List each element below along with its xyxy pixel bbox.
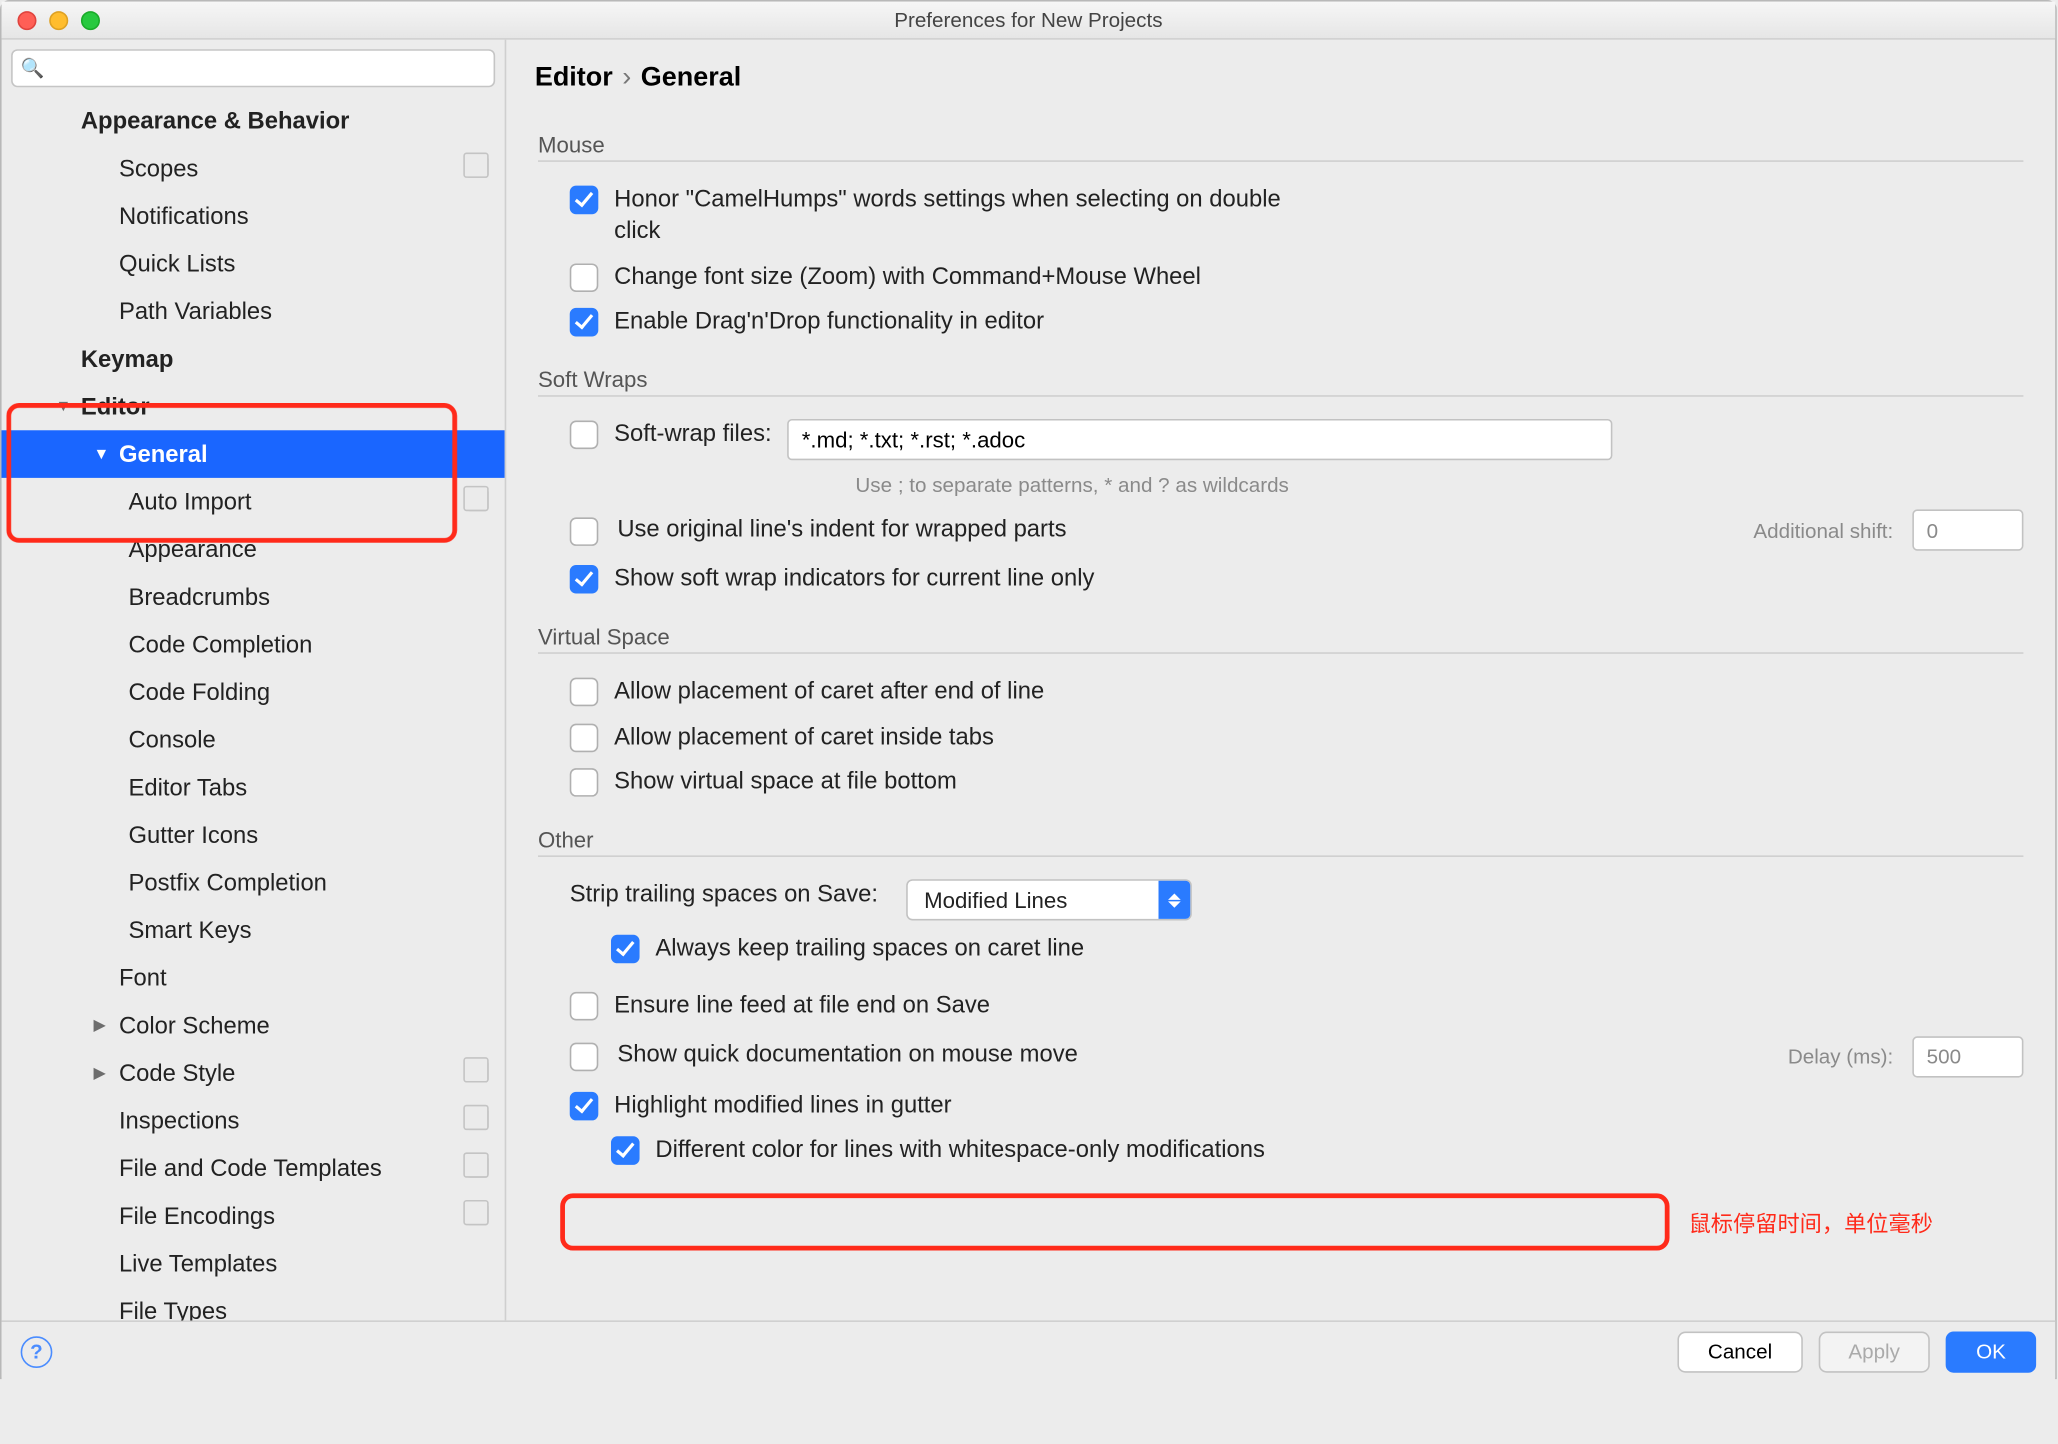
checkbox-highlight-modified[interactable]	[570, 1091, 599, 1120]
annotation-text: 鼠标停留时间，单位毫秒	[1689, 1208, 1933, 1240]
ok-button[interactable]: OK	[1946, 1331, 2036, 1372]
sidebar-item-breadcrumbs[interactable]: Breadcrumbs	[2, 573, 505, 621]
sidebar-item-appearance-behavior[interactable]: Appearance & Behavior	[2, 97, 505, 145]
window-title: Preferences for New Projects	[2, 8, 2056, 32]
sidebar-item-postfix-completion[interactable]: Postfix Completion	[2, 859, 505, 907]
sidebar-item-file-encodings[interactable]: File Encodings	[2, 1192, 505, 1240]
section-other: Other	[538, 827, 2023, 857]
sidebar-item-file-types[interactable]: File Types	[2, 1287, 505, 1320]
project-scope-icon	[467, 1203, 489, 1225]
sidebar-item-file-and-code-templates[interactable]: File and Code Templates	[2, 1144, 505, 1192]
checkbox-diff-color-whitespace[interactable]	[611, 1136, 640, 1165]
project-scope-icon	[467, 1060, 489, 1082]
checkbox-honor-camelhumps[interactable]	[570, 186, 599, 215]
quick-doc-delay-input	[1912, 1036, 2023, 1077]
titlebar: Preferences for New Projects	[2, 2, 2056, 40]
checkbox-font-zoom[interactable]	[570, 263, 599, 292]
project-scope-icon	[467, 1108, 489, 1130]
project-scope-icon	[467, 156, 489, 178]
sidebar-item-scopes[interactable]: Scopes	[2, 144, 505, 192]
checkbox-keep-trailing[interactable]	[611, 935, 640, 964]
sidebar-item-console[interactable]: Console	[2, 716, 505, 764]
section-mouse: Mouse	[538, 132, 2023, 162]
dialog-footer: ? Cancel Apply OK	[2, 1320, 2056, 1380]
sidebar: 🔍 Appearance & BehaviorScopesNotificatio…	[2, 40, 507, 1321]
sidebar-item-live-templates[interactable]: Live Templates	[2, 1239, 505, 1287]
help-button[interactable]: ?	[21, 1335, 53, 1367]
project-scope-icon	[467, 1155, 489, 1177]
softwrap-patterns-input[interactable]	[787, 419, 1612, 460]
sidebar-item-editor[interactable]: ▼Editor	[2, 382, 505, 430]
sidebar-item-font[interactable]: Font	[2, 954, 505, 1002]
checkbox-wrap-indicators[interactable]	[570, 565, 599, 594]
sidebar-item-appearance[interactable]: Appearance	[2, 525, 505, 573]
additional-shift-input	[1912, 509, 2023, 550]
search-icon: 🔍	[21, 57, 45, 79]
sidebar-item-code-folding[interactable]: Code Folding	[2, 668, 505, 716]
checkbox-softwrap-files[interactable]	[570, 421, 599, 450]
sidebar-item-general[interactable]: ▼General	[2, 430, 505, 478]
checkbox-virtual-space-bottom[interactable]	[570, 768, 599, 797]
apply-button[interactable]: Apply	[1818, 1331, 1930, 1372]
preferences-search-input[interactable]	[11, 49, 495, 87]
checkbox-ensure-line-feed[interactable]	[570, 992, 599, 1021]
breadcrumb: Editor›General	[506, 40, 2055, 110]
sidebar-item-inspections[interactable]: Inspections	[2, 1097, 505, 1145]
checkbox-caret-inside-tabs[interactable]	[570, 723, 599, 752]
checkbox-dnd[interactable]	[570, 307, 599, 336]
section-softwraps: Soft Wraps	[538, 367, 2023, 397]
sidebar-item-code-style[interactable]: ▶Code Style	[2, 1049, 505, 1097]
sidebar-item-smart-keys[interactable]: Smart Keys	[2, 906, 505, 954]
sidebar-item-path-variables[interactable]: Path Variables	[2, 287, 505, 335]
sidebar-item-code-completion[interactable]: Code Completion	[2, 621, 505, 669]
sidebar-item-editor-tabs[interactable]: Editor Tabs	[2, 763, 505, 811]
checkbox-original-indent[interactable]	[570, 517, 599, 546]
checkbox-quick-doc[interactable]	[570, 1043, 599, 1072]
preferences-tree: Appearance & BehaviorScopesNotifications…	[2, 97, 505, 1321]
sidebar-item-gutter-icons[interactable]: Gutter Icons	[2, 811, 505, 859]
project-scope-icon	[467, 489, 489, 511]
sidebar-item-keymap[interactable]: Keymap	[2, 335, 505, 383]
sidebar-item-quick-lists[interactable]: Quick Lists	[2, 240, 505, 288]
sidebar-item-notifications[interactable]: Notifications	[2, 192, 505, 240]
cancel-button[interactable]: Cancel	[1678, 1331, 1803, 1372]
dropdown-caret-icon	[1159, 881, 1191, 919]
section-virtual-space: Virtual Space	[538, 624, 2023, 654]
strip-trailing-select[interactable]: Modified Lines	[907, 879, 1193, 920]
sidebar-item-auto-import[interactable]: Auto Import	[2, 478, 505, 526]
checkbox-caret-after-eol[interactable]	[570, 678, 599, 707]
sidebar-item-color-scheme[interactable]: ▶Color Scheme	[2, 1001, 505, 1049]
